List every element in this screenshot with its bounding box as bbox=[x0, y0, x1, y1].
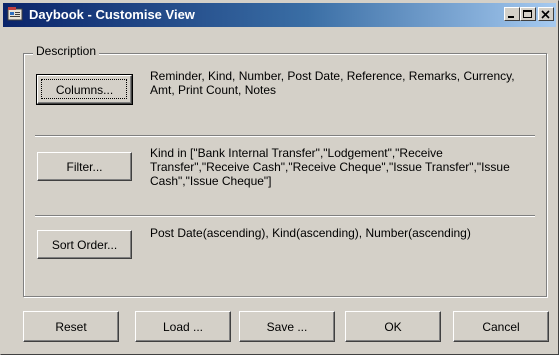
reset-button[interactable]: Reset bbox=[23, 311, 119, 342]
sort-order-button[interactable]: Sort Order... bbox=[37, 230, 132, 259]
columns-description: Reminder, Kind, Number, Post Date, Refer… bbox=[150, 69, 515, 97]
customise-view-dialog: Daybook - Customise View Description Col… bbox=[0, 0, 559, 355]
cancel-button[interactable]: Cancel bbox=[453, 311, 549, 342]
daybook-app-icon[interactable] bbox=[7, 6, 23, 22]
ok-button[interactable]: OK bbox=[345, 311, 441, 342]
load-button-label: Load ... bbox=[162, 319, 204, 334]
minimize-icon bbox=[508, 16, 514, 18]
title-bar[interactable]: Daybook - Customise View bbox=[3, 3, 556, 27]
close-button[interactable] bbox=[538, 7, 554, 21]
columns-button[interactable]: Columns... bbox=[36, 74, 133, 105]
description-label: Description bbox=[33, 44, 100, 58]
filter-button-label: Filter... bbox=[66, 159, 103, 174]
separator bbox=[35, 215, 535, 217]
close-icon bbox=[541, 10, 550, 19]
maximize-button[interactable] bbox=[520, 7, 536, 21]
load-button[interactable]: Load ... bbox=[135, 311, 231, 342]
maximize-icon bbox=[523, 10, 532, 18]
save-button[interactable]: Save ... bbox=[239, 311, 335, 342]
reset-button-label: Reset bbox=[55, 319, 87, 334]
window-title: Daybook - Customise View bbox=[29, 7, 195, 22]
sort-order-description: Post Date(ascending), Kind(ascending), N… bbox=[150, 226, 471, 240]
focus-ring bbox=[41, 79, 127, 99]
sort-order-button-label: Sort Order... bbox=[51, 237, 118, 252]
cancel-button-label: Cancel bbox=[482, 319, 520, 334]
minimize-button[interactable] bbox=[504, 7, 520, 21]
separator bbox=[35, 135, 535, 137]
filter-button[interactable]: Filter... bbox=[37, 152, 132, 181]
ok-button-label: OK bbox=[384, 319, 402, 334]
save-button-label: Save ... bbox=[266, 319, 308, 334]
filter-description: Kind in ["Bank Internal Transfer","Lodge… bbox=[150, 146, 510, 188]
